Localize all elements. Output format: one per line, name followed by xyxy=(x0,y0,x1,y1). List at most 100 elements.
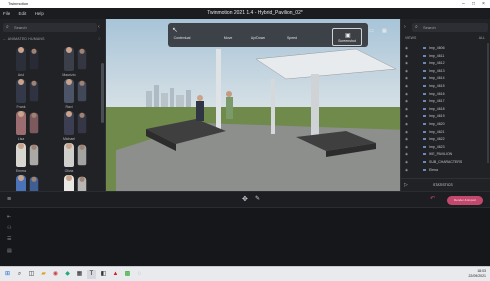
scene-tree-item[interactable]: ◉ IKE_PAVILION xyxy=(405,151,487,157)
visibility-eye-icon[interactable]: ◉ xyxy=(405,113,408,119)
3d-viewport[interactable]: ↖ Contextual Move Up/Down Speed ▣ Screen… xyxy=(106,19,400,191)
toolbar-move[interactable]: Move xyxy=(214,36,242,40)
menu-hamburger-icon[interactable]: ≡ xyxy=(7,196,11,203)
visibility-eye-icon[interactable]: ◉ xyxy=(405,106,408,112)
move-gizmo-icon[interactable]: ✥ xyxy=(242,196,248,203)
scene-tree-item[interactable]: ◉ Imp_4620 xyxy=(405,121,487,127)
scene-tree-item[interactable]: ◉ Imp_4614 xyxy=(405,75,487,81)
vr-icon[interactable]: ▭ xyxy=(369,28,374,34)
settings-list-icon[interactable]: ☰ xyxy=(7,236,15,242)
excel-icon[interactable]: ▩ xyxy=(123,270,132,279)
character-card[interactable]: Frank xyxy=(6,79,54,109)
windows-start-icon[interactable]: ⊞ xyxy=(3,270,12,279)
undo-icon[interactable]: ↶ xyxy=(430,196,435,203)
search-icon[interactable]: ⌕ xyxy=(15,270,24,279)
character-card[interactable]: Maurizio xyxy=(54,47,102,77)
visibility-eye-icon[interactable]: ◉ xyxy=(405,83,408,89)
browser-icon[interactable]: ◉ xyxy=(51,270,60,279)
scene-search-input[interactable]: ⌕ Search xyxy=(412,23,488,32)
scene-item-label: Imp_4622 xyxy=(429,137,445,142)
scene-tree-item[interactable]: ◉ Elena xyxy=(405,167,487,173)
scene-scrollbar[interactable] xyxy=(487,43,489,163)
scene-tree-item[interactable]: ◉ Imp_4616 xyxy=(405,91,487,97)
library-search-input[interactable]: ⌕ Search xyxy=(3,23,97,32)
view-mode-icon[interactable]: ▦ xyxy=(382,28,387,34)
character-card[interactable]: Ravi xyxy=(54,79,102,109)
maximize-icon[interactable]: □ xyxy=(472,0,475,8)
visibility-eye-icon[interactable]: ◉ xyxy=(405,151,408,157)
twinmotion-taskbar-icon[interactable]: T xyxy=(87,270,96,279)
character-card[interactable]: Arul xyxy=(6,47,54,77)
toolbar-contextual[interactable]: Contextual xyxy=(168,36,196,40)
menu-file[interactable]: File xyxy=(3,11,10,16)
collapse-icon[interactable]: ▷ xyxy=(404,179,408,191)
item-type-icon xyxy=(423,115,426,118)
acrobat-icon[interactable]: ▲ xyxy=(111,270,120,279)
close-icon[interactable]: × xyxy=(482,0,485,8)
toolbar-speed[interactable]: Speed xyxy=(278,36,306,40)
scene-tree-item[interactable]: ◉ Imp_4606 xyxy=(405,45,487,51)
media-icon[interactable]: ◧ xyxy=(99,270,108,279)
visibility-eye-icon[interactable]: ◉ xyxy=(405,75,408,81)
character-head xyxy=(18,47,24,53)
character-card[interactable]: Michael xyxy=(54,111,102,141)
visibility-eye-icon[interactable]: ◉ xyxy=(405,45,408,51)
window-titlebar: Twinmotion – □ × xyxy=(0,0,490,8)
character-card[interactable]: Lisa xyxy=(6,111,54,141)
visibility-eye-icon[interactable]: ◉ xyxy=(405,167,408,173)
search-icon: ⌕ xyxy=(415,24,418,30)
scene-tree-item[interactable]: ◉ Imp_4619 xyxy=(405,113,487,119)
cursor-icon[interactable]: ↖ xyxy=(172,26,178,34)
visibility-eye-icon[interactable]: ◉ xyxy=(405,68,408,74)
visibility-eye-icon[interactable]: ◉ xyxy=(405,129,408,135)
scene-tree-item[interactable]: ◉ SUB_CHARACTERS xyxy=(405,159,487,165)
favorite-heart-icon[interactable]: ♡ xyxy=(98,35,101,43)
item-type-icon xyxy=(423,161,426,163)
scene-tree-item[interactable]: ◉ Imp_4618 xyxy=(405,106,487,112)
character-card[interactable]: Olivia xyxy=(54,143,102,173)
item-type-icon xyxy=(423,47,426,49)
task-view-icon[interactable]: ◫ xyxy=(27,270,36,279)
visibility-eye-icon[interactable]: ◉ xyxy=(405,98,408,104)
render-list-icon[interactable]: ▤ xyxy=(7,248,15,254)
character-thumbnail xyxy=(16,143,26,167)
menu-edit[interactable]: Edit xyxy=(19,11,27,16)
scene-tree-item[interactable]: ◉ Imp_4611 xyxy=(405,53,487,59)
visibility-eye-icon[interactable]: ◉ xyxy=(405,53,408,59)
item-type-icon xyxy=(423,145,426,148)
search-placeholder: Search xyxy=(14,25,27,30)
scene-tree-item[interactable]: ◉ Imp_4612 xyxy=(405,60,487,66)
scene-tree-item[interactable]: ◉ Imp_4617 xyxy=(405,98,487,104)
filter-all[interactable]: ALL xyxy=(479,36,485,40)
file-explorer-icon[interactable]: ▰ xyxy=(39,270,48,279)
menu-help[interactable]: Help xyxy=(35,11,44,16)
visibility-eye-icon[interactable]: ◉ xyxy=(405,144,408,150)
visibility-eye-icon[interactable]: ◉ xyxy=(405,136,408,142)
render-export-button[interactable]: Render & Export xyxy=(447,196,483,205)
store-icon[interactable]: ▦ xyxy=(75,270,84,279)
scene-tree-item[interactable]: ◉ Imp_4613 xyxy=(405,68,487,74)
visibility-eye-icon[interactable]: ◉ xyxy=(405,91,408,97)
scene-tree-item[interactable]: ◉ Imp_4621 xyxy=(405,129,487,135)
scene-tree-item[interactable]: ◉ Imp_4623 xyxy=(405,144,487,150)
pencil-icon[interactable]: ✎ xyxy=(255,196,260,203)
library-scrollbar[interactable] xyxy=(101,63,104,123)
item-type-icon xyxy=(423,107,426,110)
scene-tree-item[interactable]: ◉ Imp_4622 xyxy=(405,136,487,142)
app-icon[interactable]: ◆ xyxy=(63,270,72,279)
visibility-eye-icon[interactable]: ◉ xyxy=(405,159,408,165)
scene-item-label: Imp_4606 xyxy=(429,46,445,50)
toolbar-updown[interactable]: Up/Down xyxy=(244,36,272,40)
generic-app-icon[interactable]: ◌ xyxy=(135,270,144,279)
import-icon[interactable]: ⇤ xyxy=(7,214,15,220)
visibility-eye-icon[interactable]: ◉ xyxy=(405,60,408,66)
users-icon[interactable]: ⚇ xyxy=(7,225,15,231)
statistics-label[interactable]: STATISTICS xyxy=(433,179,453,191)
chevron-right-icon[interactable]: › xyxy=(404,24,406,30)
visibility-eye-icon[interactable]: ◉ xyxy=(405,121,408,127)
minimize-icon[interactable]: – xyxy=(462,0,465,8)
character-card[interactable]: Emma xyxy=(6,143,54,173)
scene-tree-item[interactable]: ◉ Imp_4615 xyxy=(405,83,487,89)
screenshot-button[interactable]: ▣ Screenshot xyxy=(332,28,362,46)
chevron-left-icon[interactable]: ‹ xyxy=(98,24,100,30)
